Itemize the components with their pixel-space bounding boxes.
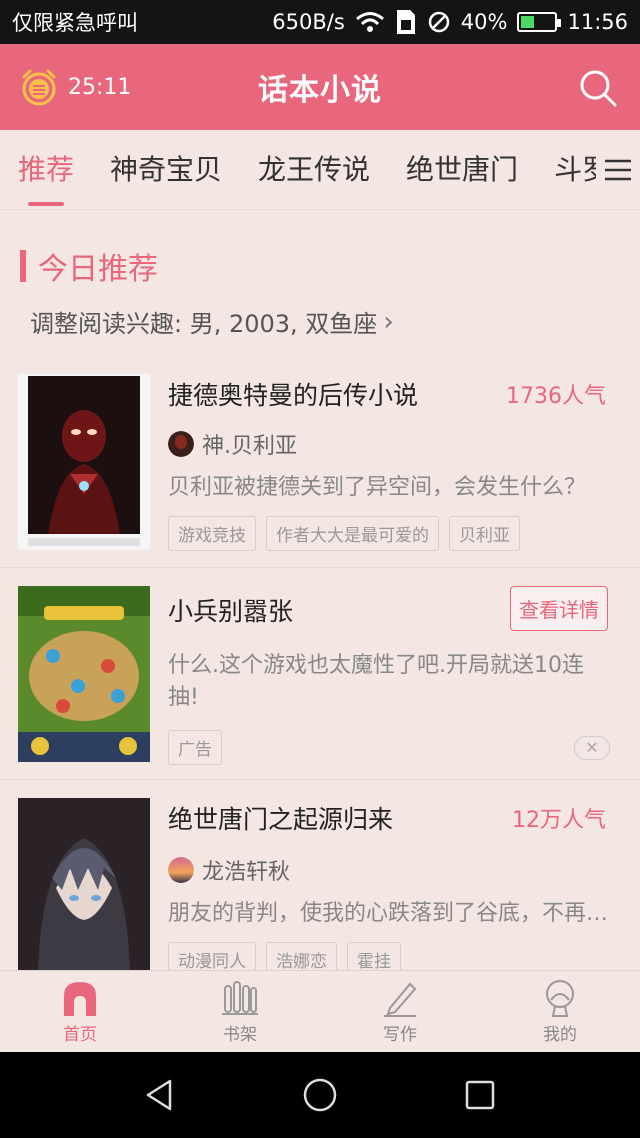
book-summary: 朋友的背判，使我的心跌落到了谷底，不再相信任何人 (168, 901, 612, 926)
ad-title: 小兵别嚣张 (168, 597, 294, 626)
tab-recommend[interactable]: 推荐 (18, 130, 74, 209)
sim-icon (396, 10, 415, 34)
section-accent-bar (20, 250, 26, 282)
alarm-clock-icon (22, 69, 56, 106)
author: 龙浩轩秋 (168, 854, 290, 886)
home-circle-icon[interactable] (302, 1077, 338, 1113)
reading-timer[interactable]: 25:11 (18, 66, 131, 108)
app-header: 25:11 话本小说 (0, 44, 640, 130)
nav-home[interactable]: 首页 (0, 971, 160, 1052)
avatar (168, 857, 194, 883)
popularity-count: 1736人气 (506, 384, 606, 409)
tag[interactable]: 游戏竞技 (168, 516, 256, 551)
search-icon[interactable] (578, 68, 618, 108)
section-title: 今日推荐 (38, 252, 158, 287)
ad-image (18, 586, 150, 762)
status-bar: 仅限紧急呼叫 650B/s 40% 11:56 (0, 0, 640, 44)
avatar (168, 431, 194, 457)
nav-profile-label: 我的 (543, 1025, 577, 1045)
clock: 11:56 (567, 10, 628, 34)
net-speed: 650B/s (272, 10, 345, 34)
nav-write-label: 写作 (383, 1025, 417, 1045)
book-cover (18, 798, 150, 970)
ad-card[interactable]: 小兵别嚣张 查看详情 什么.这个游戏也太魔性了吧.开局就送10连抽! 广告 ✕ (0, 568, 640, 780)
do-not-disturb-icon (428, 11, 450, 33)
timer-text: 25:11 (68, 74, 132, 100)
reading-preferences-link[interactable]: 调整阅读兴趣: 男, 2003, 双鱼座 › (30, 304, 394, 339)
carrier-text: 仅限紧急呼叫 (12, 11, 138, 35)
bookshelf-icon (222, 981, 258, 1015)
tag-list: 游戏竞技 作者大大是最可爱的 贝利亚 (168, 516, 520, 551)
recent-apps-icon[interactable] (462, 1077, 498, 1113)
popularity-count: 12万人气 (512, 808, 606, 833)
tag-list: 广告 (168, 730, 222, 765)
section-header: 今日推荐 (20, 244, 158, 288)
battery-percent: 40% (460, 10, 508, 34)
chevron-right-icon: › (383, 306, 394, 337)
book-cover (18, 374, 150, 550)
tag[interactable]: 贝利亚 (449, 516, 520, 551)
system-nav-bar (0, 1052, 640, 1138)
nav-bookshelf-label: 书架 (223, 1025, 257, 1045)
book-card[interactable]: 绝世唐门之起源归来 12万人气 龙浩轩秋 朋友的背判，使我的心跌落到了谷底，不再… (0, 780, 640, 977)
bottom-navigation: 首页 书架 写作 我的 (0, 970, 640, 1052)
battery-icon (517, 12, 562, 32)
author: 神.贝利亚 (168, 428, 297, 460)
book-card[interactable]: 捷德奥特曼的后传小说 1736人气 神.贝利亚 贝利亚被捷德关到了异空间，会发生… (0, 360, 640, 568)
book-summary: 贝利亚被捷德关到了异空间，会发生什么？ (168, 475, 587, 500)
profile-icon (546, 980, 574, 1017)
tab-tang-sect[interactable]: 绝世唐门 (406, 130, 518, 209)
menu-icon (605, 159, 631, 181)
author-name: 龙浩轩秋 (202, 860, 291, 885)
tab-pokemon[interactable]: 神奇宝贝 (110, 130, 222, 209)
ad-summary: 什么.这个游戏也太魔性了吧.开局就送10连抽! (168, 653, 584, 710)
tag[interactable]: 作者大大是最可爱的 (266, 516, 439, 551)
nav-write[interactable]: 写作 (320, 971, 480, 1052)
author-name: 神.贝利亚 (202, 434, 297, 459)
ad-tag: 广告 (168, 730, 222, 765)
view-details-button[interactable]: 查看详情 (510, 586, 608, 631)
tab-menu-button[interactable] (596, 130, 640, 209)
preferences-text: 调整阅读兴趣: 男, 2003, 双鱼座 (30, 310, 378, 338)
nav-home-label: 首页 (63, 1025, 97, 1045)
wifi-icon (355, 12, 384, 32)
category-tabs: 推荐 神奇宝贝 龙王传说 绝世唐门 斗罗 (0, 130, 640, 210)
pen-icon (384, 982, 417, 1017)
nav-profile[interactable]: 我的 (480, 971, 640, 1052)
home-icon (64, 982, 96, 1016)
back-icon[interactable] (142, 1077, 178, 1113)
close-ad-icon[interactable]: ✕ (574, 736, 610, 760)
tab-dragon-king[interactable]: 龙王传说 (258, 130, 370, 209)
book-title: 绝世唐门之起源归来 (168, 805, 394, 834)
nav-bookshelf[interactable]: 书架 (160, 971, 320, 1052)
book-title: 捷德奥特曼的后传小说 (168, 381, 419, 410)
